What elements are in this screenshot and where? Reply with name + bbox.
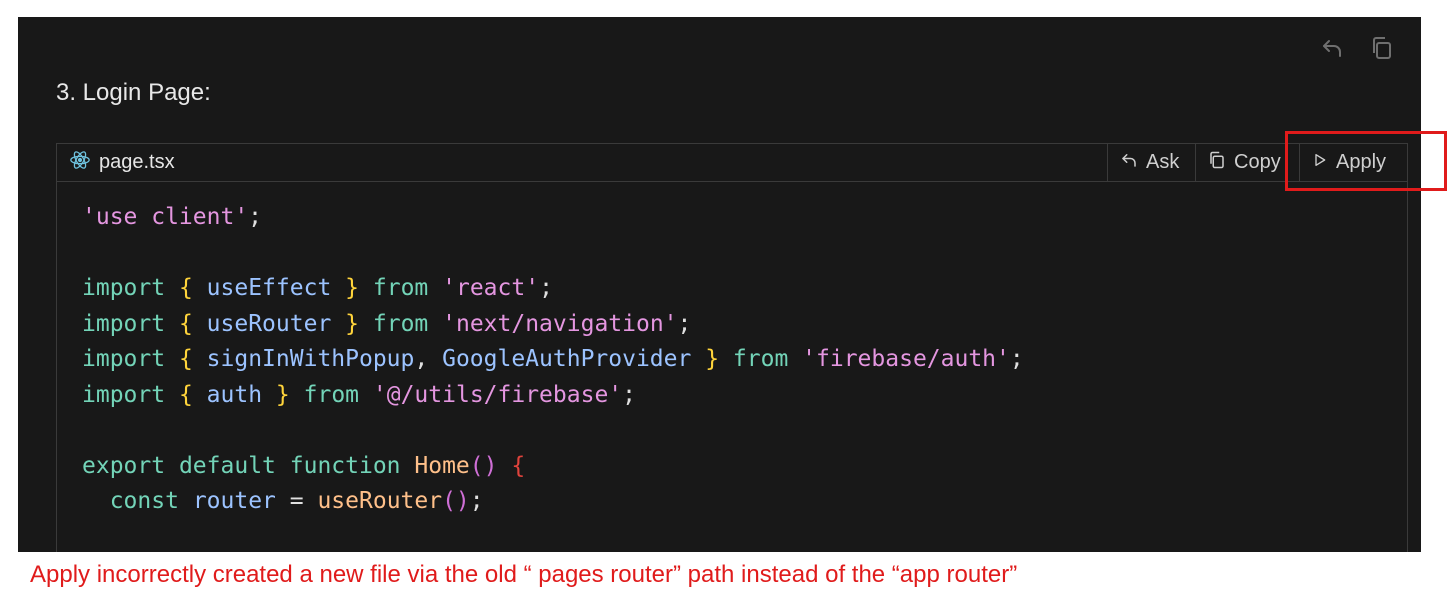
code-filename: page.tsx <box>57 149 175 177</box>
copy-label: Copy <box>1234 151 1281 173</box>
code-line: import { useRouter } from 'next/navigati… <box>82 310 692 337</box>
reply-icon <box>1120 151 1138 175</box>
copy-icon[interactable] <box>1369 35 1395 61</box>
filename-label: page.tsx <box>99 151 175 173</box>
code-block: page.tsx Ask Copy Apply 'use client'; im… <box>56 143 1408 552</box>
apply-highlight-box <box>1285 131 1447 191</box>
code-line: import { auth } from '@/utils/firebase'; <box>82 381 636 408</box>
section-heading: 3. Login Page: <box>56 79 211 106</box>
code-line: export default function Home() { <box>82 452 526 479</box>
ask-label: Ask <box>1146 151 1180 173</box>
code-line: 'use client'; <box>82 204 263 230</box>
annotation-caption: Apply incorrectly created a new file via… <box>30 561 1018 588</box>
code-line: const router = useRouter(); <box>109 488 484 514</box>
code-line: import { signInWithPopup, GoogleAuthProv… <box>82 346 1024 372</box>
code-block-header: page.tsx Ask Copy Apply <box>57 144 1407 182</box>
ask-button[interactable]: Ask <box>1107 144 1195 181</box>
chat-panel: 3. Login Page: page.tsx Ask Copy Apply '… <box>18 17 1421 552</box>
copy-button[interactable]: Copy <box>1195 144 1299 181</box>
react-icon <box>69 149 91 177</box>
copy-icon <box>1208 151 1226 175</box>
code-content: 'use client'; import { useEffect } from … <box>82 200 1024 520</box>
code-line: import { useEffect } from 'react'; <box>82 275 553 301</box>
undo-icon[interactable] <box>1319 35 1345 61</box>
message-actions <box>1319 35 1395 61</box>
